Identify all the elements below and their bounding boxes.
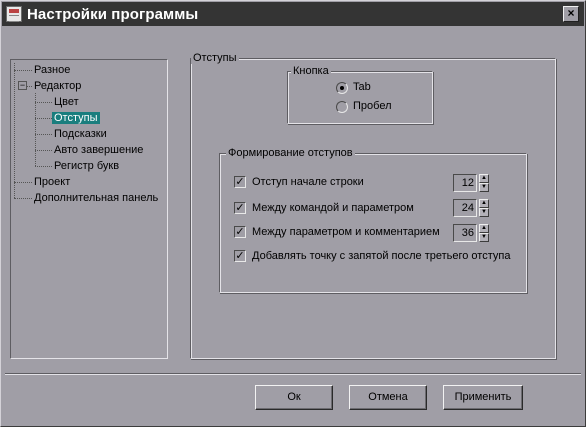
check-icon: ✓ <box>235 202 245 214</box>
indent-line-start-checkbox[interactable]: ✓ <box>234 176 246 188</box>
tree-connector <box>35 166 52 167</box>
formation-group-legend: Формирование отступов <box>226 147 355 159</box>
check-icon: ✓ <box>235 250 245 262</box>
title-bar[interactable]: Настройки программы × <box>2 2 584 26</box>
command-param-label: Между командой и параметром <box>252 202 414 214</box>
command-param-spinner[interactable]: ▲ ▼ <box>479 199 489 217</box>
indent-line-start-spinner[interactable]: ▲ ▼ <box>479 174 489 192</box>
tree-item-autocomplete[interactable]: Авто завершение <box>54 143 143 158</box>
spin-down-icon[interactable]: ▼ <box>479 233 489 242</box>
tree-item-color[interactable]: Цвет <box>54 95 79 110</box>
check-icon: ✓ <box>235 176 245 188</box>
tree-connector <box>14 70 32 71</box>
ok-button[interactable]: Ок <box>255 385 333 410</box>
command-param-input[interactable]: 24 <box>453 199 477 217</box>
button-group-legend: Кнопка <box>291 65 331 77</box>
param-comment-label: Между параметром и комментарием <box>252 226 440 238</box>
tab-radio[interactable] <box>336 82 348 94</box>
semicolon-checkbox[interactable]: ✓ <box>234 250 246 262</box>
tree-connector <box>35 93 36 166</box>
spin-up-icon[interactable]: ▲ <box>479 174 489 183</box>
spin-up-icon[interactable]: ▲ <box>479 199 489 208</box>
indent-line-start-input[interactable]: 12 <box>453 174 477 192</box>
tree-connector <box>14 198 32 199</box>
spin-down-icon[interactable]: ▼ <box>479 183 489 192</box>
tree-item-extra-panel[interactable]: Дополнительная панель <box>34 191 158 206</box>
tree-item-project[interactable]: Проект <box>34 175 70 190</box>
check-icon: ✓ <box>235 226 245 238</box>
tree-connector <box>35 150 52 151</box>
tree-connector <box>14 182 32 183</box>
collapse-icon[interactable]: − <box>18 81 27 90</box>
cancel-button[interactable]: Отмена <box>349 385 427 410</box>
space-radio[interactable] <box>336 101 348 113</box>
param-comment-input[interactable]: 36 <box>453 224 477 242</box>
tab-radio-label[interactable]: Tab <box>353 81 371 94</box>
tree-connector <box>35 102 52 103</box>
tree-item-hints[interactable]: Подсказки <box>54 127 107 142</box>
space-radio-label[interactable]: Пробел <box>353 100 392 113</box>
param-comment-checkbox[interactable]: ✓ <box>234 226 246 238</box>
settings-tree[interactable]: − Разное Редактор Цвет Отступы Подсказки… <box>10 59 168 359</box>
tree-connector <box>14 63 15 198</box>
spin-up-icon[interactable]: ▲ <box>479 224 489 233</box>
app-icon <box>6 6 22 22</box>
indents-group-legend: Отступы <box>191 52 239 64</box>
tree-item-letter-case[interactable]: Регистр букв <box>54 159 119 174</box>
settings-window: Настройки программы × − Разное Редактор … <box>0 0 586 427</box>
param-comment-spinner[interactable]: ▲ ▼ <box>479 224 489 242</box>
button-group <box>287 71 433 124</box>
semicolon-label: Добавлять точку с запятой после третьего… <box>252 250 511 262</box>
tree-connector <box>35 118 52 119</box>
tree-item-editor[interactable]: Редактор <box>34 79 81 94</box>
close-icon: × <box>567 6 575 20</box>
close-button[interactable]: × <box>563 6 579 22</box>
window-title: Настройки программы <box>27 6 199 23</box>
command-param-checkbox[interactable]: ✓ <box>234 202 246 214</box>
indent-line-start-label: Отступ начале строки <box>252 176 364 188</box>
tree-item-misc[interactable]: Разное <box>34 63 70 78</box>
apply-button[interactable]: Применить <box>443 385 523 410</box>
spin-down-icon[interactable]: ▼ <box>479 208 489 217</box>
tree-connector <box>35 134 52 135</box>
footer-separator <box>5 373 581 375</box>
tree-item-indents[interactable]: Отступы <box>52 111 100 126</box>
